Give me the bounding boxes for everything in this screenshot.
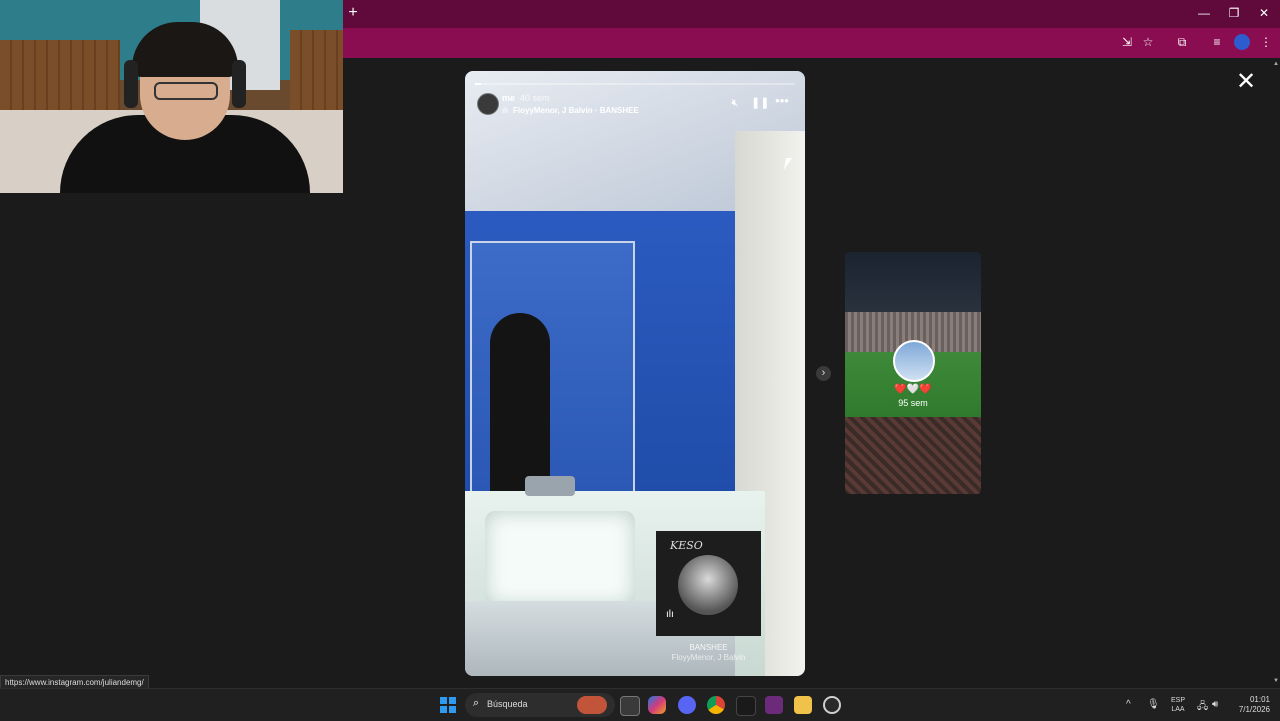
webcam-overlay (0, 0, 343, 193)
webcam-person-glasses (154, 82, 218, 100)
preview-username-hearts: ❤️🤍❤️ (894, 384, 932, 395)
story-image-person (490, 313, 550, 493)
chevron-right-icon[interactable]: › (816, 366, 831, 381)
speaker-muted-icon[interactable]: 🔇︎ (728, 96, 742, 110)
music-bars-icon: ılı (502, 106, 509, 115)
music-sticker[interactable]: KESO ılı (656, 531, 761, 636)
music-sticker-track: BANSHEE (689, 643, 728, 652)
bookmark-star-icon[interactable]: ☆ (1140, 34, 1156, 50)
browser-menu-icon[interactable]: ⋮ (1258, 34, 1274, 50)
story-image-mirror (470, 241, 635, 496)
scroll-down-icon[interactable]: ▼ (1273, 678, 1279, 684)
webcam-person (60, 20, 310, 193)
network-icon[interactable]: 🖧︎ (1197, 699, 1208, 716)
recording-app-icon[interactable] (823, 696, 841, 714)
chevron-up-icon[interactable]: ^ (1126, 699, 1131, 710)
microphone-icon[interactable]: 🎙︎ (1147, 699, 1160, 710)
taskbar: ⌕ Búsqueda ^ 🎙︎ ESP LAA 🖧︎ 🔊︎ 01:01 7/1/… (0, 688, 1280, 721)
taskbar-clock[interactable]: 01:01 7/1/2026 (1226, 695, 1270, 715)
preview-user-avatar (893, 340, 935, 382)
music-sticker-artist: FloyyMenor, J Balvin (671, 653, 746, 662)
new-tab-button[interactable]: + (346, 5, 360, 21)
taskbar-search[interactable]: ⌕ Búsqueda (465, 693, 615, 717)
music-sticker-title: KESO (670, 539, 703, 552)
story-viewer[interactable]: me 40 sem ılı FloyyMenor, J Balvin · BAN… (465, 71, 805, 676)
copilot-icon[interactable] (648, 696, 666, 714)
install-app-icon[interactable]: ⇲ (1119, 34, 1135, 50)
next-story-preview[interactable]: ❤️🤍❤️ 95 sem (845, 252, 981, 494)
story-image-faucet (525, 476, 575, 496)
story-image-sink (485, 511, 635, 606)
windows-start-icon[interactable] (440, 697, 456, 713)
story-time-ago: 40 sem (520, 93, 550, 103)
more-icon[interactable]: ••• (773, 94, 791, 110)
music-bars-icon: ılı (666, 609, 674, 620)
streaming-app-icon[interactable] (765, 696, 783, 714)
webcam-person-hair (132, 22, 238, 77)
volume-icon[interactable]: 🔊︎ (1212, 699, 1218, 710)
chrome-icon[interactable] (707, 696, 725, 714)
window-close-button[interactable]: ✕ (1254, 4, 1274, 22)
story-user-avatar[interactable] (477, 93, 499, 115)
album-art (678, 555, 738, 615)
story-song-link[interactable]: FloyyMenor, J Balvin · BANSHEE (513, 106, 639, 115)
story-progress-fill (475, 83, 482, 85)
minimize-button[interactable]: — (1194, 4, 1214, 22)
discord-icon[interactable] (678, 696, 696, 714)
story-username[interactable]: me (502, 93, 515, 103)
extensions-icon[interactable]: ⧉ (1174, 34, 1190, 50)
keyboard-layout-code: LAA (1171, 706, 1185, 713)
restore-button[interactable]: ❐ (1224, 4, 1244, 22)
app-icon[interactable] (736, 696, 756, 716)
media-control-icon[interactable]: ≡ (1209, 34, 1225, 50)
keyboard-language[interactable]: ESP LAA (1168, 696, 1188, 714)
story-progress-bar (475, 83, 795, 85)
headset-icon (124, 60, 138, 108)
headset-icon (232, 60, 246, 108)
profile-avatar[interactable] (1234, 34, 1250, 50)
scroll-up-icon[interactable]: ▲ (1273, 61, 1279, 67)
search-highlight-image (577, 696, 607, 714)
clock-date: 7/1/2026 (1238, 705, 1270, 714)
page-scrollbar[interactable] (1272, 58, 1280, 688)
close-icon[interactable]: ✕ (1236, 70, 1256, 94)
keyboard-language-code: ESP (1170, 697, 1185, 704)
preview-time-ago: 95 sem (898, 398, 928, 408)
taskbar-search-placeholder: Búsqueda (487, 699, 528, 709)
clock-time: 01:01 (1249, 695, 1270, 704)
pause-icon[interactable]: ❚❚ (751, 96, 769, 110)
task-view-icon[interactable] (620, 696, 640, 716)
file-explorer-icon[interactable] (794, 696, 812, 714)
preview-image-crowd (845, 417, 981, 494)
search-icon: ⌕ (473, 697, 480, 709)
